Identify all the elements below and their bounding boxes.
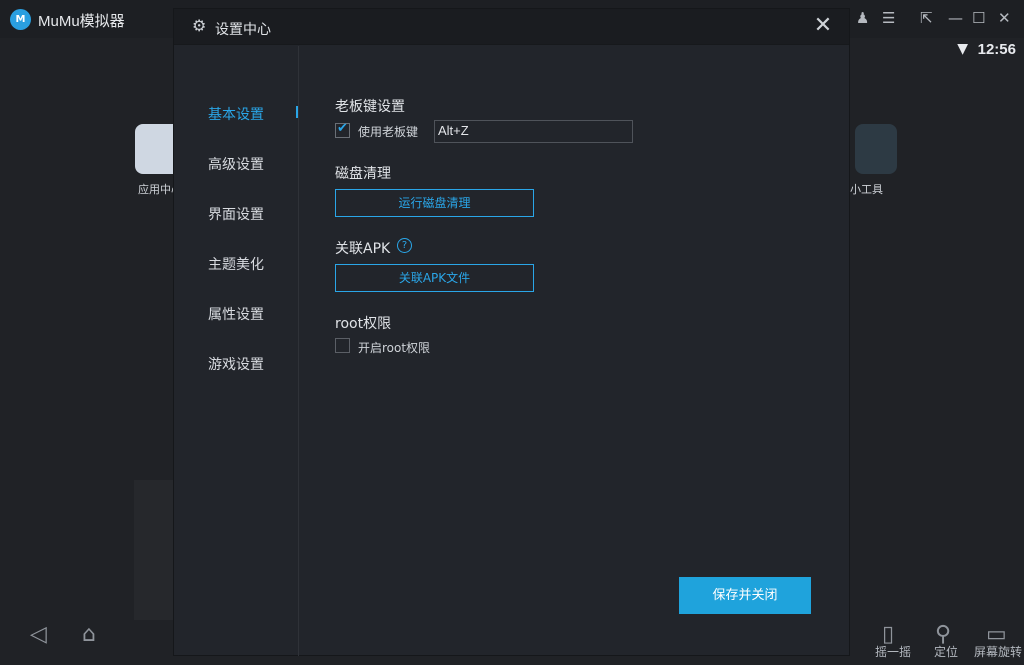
emulator-app-name: MuMu模拟器: [38, 13, 125, 30]
dialog-header: ⚙ 设置中心 ✕: [174, 9, 849, 45]
save-and-close-button[interactable]: 保存并关闭: [679, 577, 811, 614]
sidebar-item-game[interactable]: 游戏设置: [208, 354, 264, 374]
location-label[interactable]: 定位: [934, 643, 958, 660]
home-icon[interactable]: ⌂: [82, 622, 96, 647]
pin-icon[interactable]: ⇱: [920, 10, 933, 26]
boss-key-checkbox[interactable]: ✔: [335, 121, 350, 138]
dialog-title: 设置中心: [215, 22, 271, 38]
run-disk-cleanup-button[interactable]: 运行磁盘清理: [335, 189, 534, 217]
user-icon[interactable]: ♟: [856, 10, 869, 26]
root-checkbox-label[interactable]: 开启root权限: [358, 339, 430, 356]
tools-icon: [855, 124, 897, 174]
back-icon[interactable]: ◁: [30, 622, 47, 647]
close-icon[interactable]: ✕: [811, 14, 835, 38]
apk-association-title: 关联APK: [335, 241, 391, 257]
minimize-icon[interactable]: —: [948, 10, 963, 26]
tools-label: 小工具: [850, 183, 883, 196]
sidebar-item-basic[interactable]: 基本设置: [208, 104, 264, 124]
help-icon[interactable]: ?: [397, 238, 412, 253]
rotate-label[interactable]: 屏幕旋转: [974, 643, 1022, 660]
menu-icon[interactable]: ☰: [882, 10, 895, 26]
boss-key-checkbox-label[interactable]: 使用老板键: [358, 123, 418, 140]
status-time: 12:56: [977, 41, 1016, 58]
sidebar-item-advanced[interactable]: 高级设置: [208, 154, 264, 174]
shake-label[interactable]: 摇一摇: [875, 643, 911, 660]
gear-icon: ⚙: [192, 16, 207, 35]
boss-key-hotkey-input[interactable]: Alt+Z: [434, 120, 633, 143]
associate-apk-button[interactable]: 关联APK文件: [335, 264, 534, 292]
settings-sidebar: 基本设置 高级设置 界面设置 主题美化 属性设置 游戏设置: [174, 46, 299, 656]
tools-app[interactable]: [846, 124, 906, 174]
root-permission-title: root权限: [335, 316, 392, 332]
active-indicator: [296, 106, 298, 118]
sidebar-item-theme[interactable]: 主题美化: [208, 254, 264, 274]
disk-cleanup-title: 磁盘清理: [335, 166, 391, 182]
checkmark-icon: ✔: [337, 121, 348, 136]
mumu-logo-icon: M: [10, 9, 31, 30]
window-close-icon[interactable]: ✕: [998, 10, 1011, 26]
boss-key-title: 老板键设置: [335, 99, 405, 115]
sidebar-item-properties[interactable]: 属性设置: [208, 304, 264, 324]
sidebar-item-interface[interactable]: 界面设置: [208, 204, 264, 224]
wifi-icon: ▼: [957, 41, 968, 57]
maximize-icon[interactable]: ☐: [972, 10, 985, 26]
root-checkbox[interactable]: [335, 338, 350, 353]
settings-dialog: ⚙ 设置中心 ✕ 基本设置 高级设置 界面设置 主题美化 属性设置 游戏设置 老…: [173, 8, 850, 656]
